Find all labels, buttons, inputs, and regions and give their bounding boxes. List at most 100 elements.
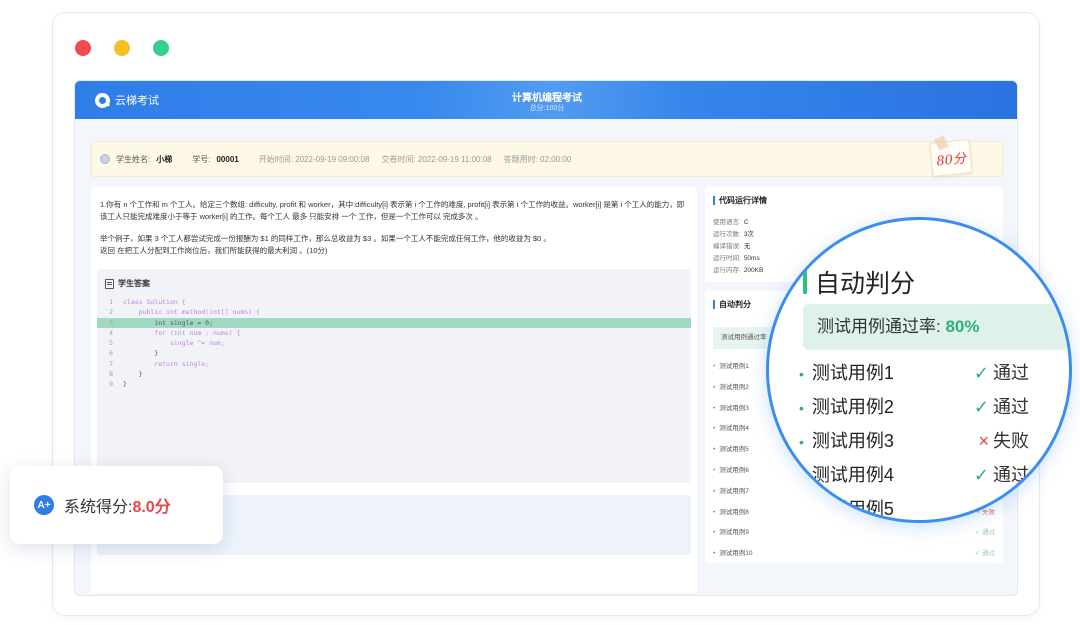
grade-a-plus-icon: A+ bbox=[34, 495, 54, 515]
zoom-test-case-row: • 测试用例1 ✓ 通过 bbox=[799, 356, 1029, 390]
auto-grade-title: 自动判分 bbox=[713, 300, 751, 309]
test-case-result-label: 通过 bbox=[993, 397, 1029, 417]
bullet-icon: • bbox=[799, 400, 804, 416]
code-token: public int method(int[] nums) { bbox=[123, 308, 260, 317]
run-detail-label: 运行次数: bbox=[713, 231, 741, 238]
code-line: 3 int single = 0; bbox=[97, 317, 691, 328]
zoom-magnifier: 自动判分 测试用例通过率: 80% • 测试用例1 ✓ 通过 • 测试用例2 ✓ 通过 • 测试用… bbox=[766, 217, 1072, 523]
line-number: 9 bbox=[109, 380, 113, 389]
zoom-test-case-list: • 测试用例1 ✓ 通过 • 测试用例2 ✓ 通过 • 测试用例3 × 失败 • 测试用例4 ✓ 通过 • 测试用… bbox=[799, 356, 1029, 520]
zoom-test-case-row: • 测试用例2 ✓ 通过 bbox=[799, 390, 1029, 424]
exam-title: 计算机编程考试 bbox=[512, 93, 582, 104]
run-detail-item: 运行内存: 200KB bbox=[713, 265, 763, 277]
zoom-test-case-row: • 测试用例4 ✓ 通过 bbox=[799, 458, 1029, 492]
run-detail-value: 200KB bbox=[743, 267, 764, 274]
line-number: 2 bbox=[109, 308, 113, 317]
bullet-icon: • bbox=[799, 502, 804, 518]
student-id-label: 学号: bbox=[192, 154, 211, 164]
code-token: single ^= num; bbox=[123, 339, 225, 348]
minimize-window-icon[interactable] bbox=[114, 40, 130, 56]
test-case-name: 测试用例2 bbox=[811, 397, 894, 417]
bullet-icon: • bbox=[713, 466, 716, 474]
code-line: 4 for (int num : nums) { bbox=[97, 328, 691, 338]
code-token: class Solution { bbox=[123, 298, 186, 306]
test-case-name: 测试用例1 bbox=[811, 363, 894, 383]
bullet-icon: • bbox=[713, 487, 716, 495]
question-paragraph: 举个例子，如果 3 个工人都尝试完成一份报酬为 $1 的同样工作，那么总收益为 … bbox=[100, 234, 551, 243]
run-detail-value: C bbox=[743, 219, 749, 226]
system-score-label: 系统得分: bbox=[64, 499, 133, 516]
test-case-name: 测试用例2 bbox=[719, 383, 749, 391]
answer-title-label: 学生答案 bbox=[118, 279, 150, 288]
bullet-icon: • bbox=[799, 434, 804, 450]
bullet-icon: • bbox=[713, 383, 716, 391]
code-line: 2 public int method(int[] nums) { bbox=[97, 307, 691, 317]
test-case-result-label: 失败 bbox=[993, 431, 1029, 451]
document-icon bbox=[105, 278, 114, 289]
maximize-window-icon[interactable] bbox=[153, 40, 169, 56]
bullet-icon: • bbox=[799, 468, 804, 484]
avatar-icon bbox=[100, 154, 110, 164]
test-case-name: 测试用例7 bbox=[719, 487, 749, 495]
code-line: 6 } bbox=[97, 348, 691, 358]
student-id: 00001 bbox=[216, 154, 239, 164]
cross-icon: × bbox=[978, 431, 989, 451]
test-case-row: • 测试用例10 ✓ 通过 bbox=[713, 544, 995, 565]
test-case-name: 测试用例5 bbox=[719, 446, 749, 454]
run-detail-value: 50ms bbox=[743, 255, 760, 262]
code-line: 7 return single; bbox=[97, 359, 691, 369]
test-case-name: 测试用例4 bbox=[811, 465, 894, 485]
student-name-label: 学生姓名: bbox=[116, 154, 151, 164]
run-detail-label: 运行内存: bbox=[713, 267, 741, 274]
test-case-result-label: 通过 bbox=[982, 550, 995, 558]
bullet-icon: • bbox=[799, 366, 804, 382]
bullet-icon: • bbox=[713, 363, 716, 370]
test-case-result: ✓ 通过 bbox=[975, 523, 995, 544]
run-detail-item: 编译错误: 无 bbox=[713, 241, 763, 253]
close-window-icon[interactable] bbox=[75, 40, 91, 56]
pass-rate-label: 测试用例通过率: bbox=[817, 317, 941, 336]
code-line: 8 } bbox=[97, 369, 691, 379]
check-icon: ✓ bbox=[973, 397, 989, 417]
test-case-name: 测试用例3 bbox=[811, 431, 894, 451]
pass-rate-value: 80% bbox=[945, 317, 980, 336]
test-case-result: ✓ 通过 bbox=[974, 390, 1029, 424]
run-detail-item: 运行时间: 50ms bbox=[713, 253, 763, 265]
line-number: 5 bbox=[109, 339, 113, 348]
test-case-name: 测试用例1 bbox=[719, 363, 749, 370]
answer-title: 学生答案 bbox=[105, 278, 150, 289]
zoom-pass-rate: 测试用例通过率: 80% bbox=[803, 304, 1067, 350]
question-paragraph: 返回 在把工人分配到工作岗位后，我们所能获得的最大利润 。(10分) bbox=[100, 245, 328, 255]
line-number: 8 bbox=[109, 370, 113, 379]
test-case-name: 测试用例4 bbox=[719, 425, 749, 433]
bullet-icon: • bbox=[713, 529, 716, 537]
code-token: for (int num : nums) { bbox=[123, 328, 241, 337]
run-detail-title: 代码运行详情 bbox=[713, 196, 767, 205]
code-token: } bbox=[123, 370, 143, 379]
test-case-result: ✓ 通过 bbox=[974, 356, 1029, 390]
run-detail-value: 无 bbox=[743, 243, 751, 250]
exam-total-score: 总分:100分 bbox=[529, 105, 565, 112]
title-accent-bar bbox=[803, 270, 807, 294]
zoom-title-label: 自动判分 bbox=[815, 270, 916, 298]
run-detail-value: 3次 bbox=[743, 231, 754, 238]
test-case-name: 测试用例3 bbox=[719, 404, 749, 412]
test-case-name: 测试用例8 bbox=[719, 508, 749, 516]
bullet-icon: • bbox=[713, 425, 716, 433]
test-case-name: 测试用例5 bbox=[811, 499, 894, 519]
run-detail-label: 编译错误: bbox=[713, 243, 741, 250]
code-token: int single = 0; bbox=[123, 318, 214, 327]
code-token: } bbox=[123, 349, 159, 358]
bullet-icon: • bbox=[713, 508, 716, 516]
bullet-icon: • bbox=[713, 404, 716, 412]
test-case-row: • 测试用例9 ✓ 通过 bbox=[713, 523, 995, 544]
line-number: 1 bbox=[109, 298, 113, 306]
bullet-icon: • bbox=[713, 446, 716, 454]
run-detail-item: 使用语言: C bbox=[713, 217, 763, 229]
code-line: 9} bbox=[97, 379, 691, 389]
test-case-result: × 失败 bbox=[978, 424, 1029, 458]
question-text: 1.你有 n 个工作和 m 个工人。给定三个数组: difficulty, pr… bbox=[100, 199, 690, 256]
code-token: return single; bbox=[123, 359, 210, 368]
check-icon: ✓ bbox=[974, 529, 982, 537]
student-answer-box: 学生答案 1 class Solution {2 public int metho… bbox=[97, 269, 691, 483]
